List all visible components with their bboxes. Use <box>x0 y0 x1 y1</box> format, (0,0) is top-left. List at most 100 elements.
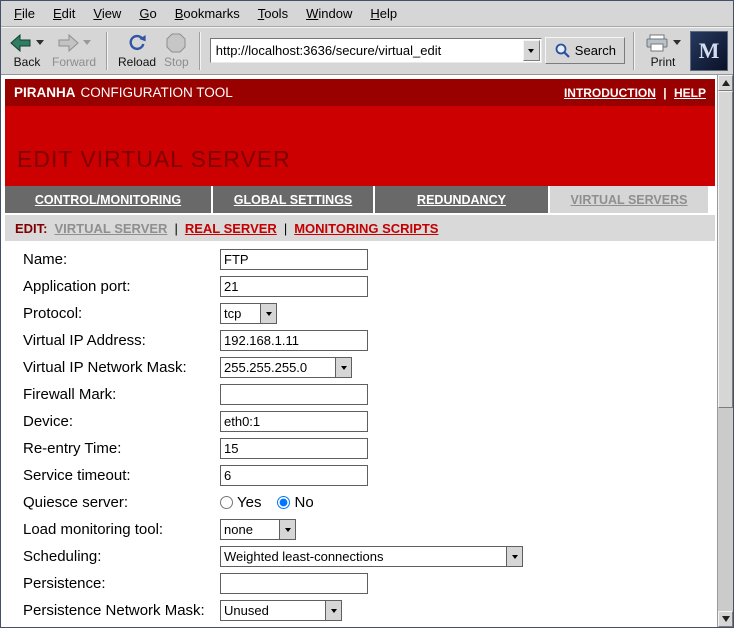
load-monitoring-select-value: none <box>221 520 279 539</box>
browser-toolbar: Back Forward Reload Stop http://localhos… <box>1 27 733 75</box>
reload-button[interactable]: Reload <box>114 31 160 71</box>
form-row-device: Device: <box>5 408 715 435</box>
menu-view[interactable]: View <box>84 3 130 24</box>
quiesce-radio-group: Yes No <box>220 494 314 511</box>
search-button[interactable]: Search <box>545 37 625 64</box>
form-row-service-timeout: Service timeout: <box>5 462 715 489</box>
name-input[interactable] <box>220 249 368 270</box>
protocol-select-value: tcp <box>221 304 260 323</box>
forward-dropdown-icon[interactable] <box>83 40 91 45</box>
print-icon <box>645 34 669 52</box>
back-label: Back <box>14 55 41 69</box>
subnav-separator: | <box>174 221 177 236</box>
subnav-real-server-link[interactable]: REAL SERVER <box>185 221 277 236</box>
quiesce-yes-radio[interactable] <box>220 496 233 509</box>
tab-virtual-servers[interactable]: VIRTUAL SERVERS <box>550 186 708 213</box>
scheduling-label: Scheduling: <box>23 548 220 565</box>
quiesce-server-label: Quiesce server: <box>23 494 220 511</box>
menu-tools[interactable]: Tools <box>249 3 297 24</box>
menu-help[interactable]: Help <box>361 3 406 24</box>
scheduling-select[interactable]: Weighted least-connections <box>220 546 523 567</box>
scroll-up-icon <box>722 80 730 86</box>
persistence-input[interactable] <box>220 573 368 594</box>
url-text[interactable]: http://localhost:3636/secure/virtual_edi… <box>216 43 523 58</box>
main-tabs: CONTROL/MONITORING GLOBAL SETTINGS REDUN… <box>5 186 715 213</box>
url-dropdown-button[interactable] <box>523 40 540 61</box>
print-dropdown-icon[interactable] <box>673 40 681 45</box>
form-row-scheduling: Scheduling: Weighted least-connections <box>5 543 715 570</box>
reload-label: Reload <box>118 55 156 69</box>
virtual-ip-mask-dropdown-icon <box>335 358 351 377</box>
quiesce-no-option[interactable]: No <box>277 494 313 511</box>
scheduling-select-value: Weighted least-connections <box>221 547 506 566</box>
scheduling-dropdown-icon <box>506 547 522 566</box>
form-row-name: Name: <box>5 246 715 273</box>
stop-button[interactable]: Stop <box>160 31 193 71</box>
form-row-application-port: Application port: <box>5 273 715 300</box>
scrollbar-track[interactable] <box>718 91 733 611</box>
firewall-mark-input[interactable] <box>220 384 368 405</box>
tab-label: GLOBAL SETTINGS <box>234 193 353 207</box>
scrollbar-thumb[interactable] <box>718 91 733 408</box>
menu-window[interactable]: Window <box>297 3 361 24</box>
introduction-link[interactable]: INTRODUCTION <box>564 86 656 100</box>
persistence-label: Persistence: <box>23 575 220 592</box>
device-input[interactable] <box>220 411 368 432</box>
back-dropdown-icon[interactable] <box>36 40 44 45</box>
tab-label: REDUNDANCY <box>417 193 506 207</box>
scroll-down-button[interactable] <box>718 611 733 627</box>
header-link-divider: | <box>663 86 666 100</box>
load-monitoring-select[interactable]: none <box>220 519 296 540</box>
toolbar-separator <box>106 32 108 70</box>
protocol-select[interactable]: tcp <box>220 303 277 324</box>
menu-bookmarks[interactable]: Bookmarks <box>166 3 249 24</box>
subnav-separator: | <box>284 221 287 236</box>
subnav-virtual-server-link[interactable]: VIRTUAL SERVER <box>55 221 168 236</box>
scroll-up-button[interactable] <box>718 75 733 91</box>
subnav-monitoring-scripts-link[interactable]: MONITORING SCRIPTS <box>294 221 438 236</box>
tab-redundancy[interactable]: REDUNDANCY <box>375 186 548 213</box>
tab-label: VIRTUAL SERVERS <box>571 193 688 207</box>
persistence-mask-select-value: Unused <box>221 601 325 620</box>
tab-global-settings[interactable]: GLOBAL SETTINGS <box>213 186 373 213</box>
url-bar[interactable]: http://localhost:3636/secure/virtual_edi… <box>210 38 542 63</box>
page-content: PIRANHACONFIGURATION TOOL INTRODUCTION |… <box>1 75 717 627</box>
firewall-mark-label: Firewall Mark: <box>23 386 220 403</box>
menu-file[interactable]: File <box>5 3 44 24</box>
quiesce-no-label: No <box>294 494 313 511</box>
subnav-prefix: EDIT: <box>15 221 48 236</box>
persistence-mask-select[interactable]: Unused <box>220 600 342 621</box>
persistence-mask-dropdown-icon <box>325 601 341 620</box>
menu-edit[interactable]: Edit <box>44 3 84 24</box>
quiesce-no-radio[interactable] <box>277 496 290 509</box>
forward-button[interactable]: Forward <box>48 31 100 71</box>
mozilla-logo[interactable]: M <box>690 31 728 71</box>
back-button[interactable]: Back <box>6 31 48 71</box>
virtual-ip-label: Virtual IP Address: <box>23 332 220 349</box>
print-label: Print <box>651 55 676 69</box>
service-timeout-label: Service timeout: <box>23 467 220 484</box>
menu-go[interactable]: Go <box>130 3 165 24</box>
edit-subnav: EDIT: VIRTUAL SERVER | REAL SERVER | MON… <box>5 215 715 241</box>
form-row-quiesce-server: Quiesce server: Yes No <box>5 489 715 516</box>
forward-icon <box>57 34 79 52</box>
forward-label: Forward <box>52 55 96 69</box>
virtual-ip-input[interactable] <box>220 330 368 351</box>
application-port-input[interactable] <box>220 276 368 297</box>
service-timeout-input[interactable] <box>220 465 368 486</box>
virtual-ip-mask-select-value: 255.255.255.0 <box>221 358 335 377</box>
reentry-time-input[interactable] <box>220 438 368 459</box>
tab-label: CONTROL/MONITORING <box>35 193 181 207</box>
header-links: INTRODUCTION | HELP <box>564 86 706 100</box>
search-label: Search <box>575 43 616 58</box>
print-button[interactable]: Print <box>641 31 685 71</box>
tab-control-monitoring[interactable]: CONTROL/MONITORING <box>5 186 211 213</box>
help-link[interactable]: HELP <box>674 86 706 100</box>
browser-viewport: PIRANHACONFIGURATION TOOL INTRODUCTION |… <box>1 75 733 627</box>
vertical-scrollbar[interactable] <box>717 75 733 627</box>
protocol-dropdown-icon <box>260 304 276 323</box>
quiesce-yes-option[interactable]: Yes <box>220 494 261 511</box>
virtual-ip-mask-select[interactable]: 255.255.255.0 <box>220 357 352 378</box>
browser-window: File Edit View Go Bookmarks Tools Window… <box>0 0 734 628</box>
brand-name: PIRANHA <box>14 85 76 100</box>
